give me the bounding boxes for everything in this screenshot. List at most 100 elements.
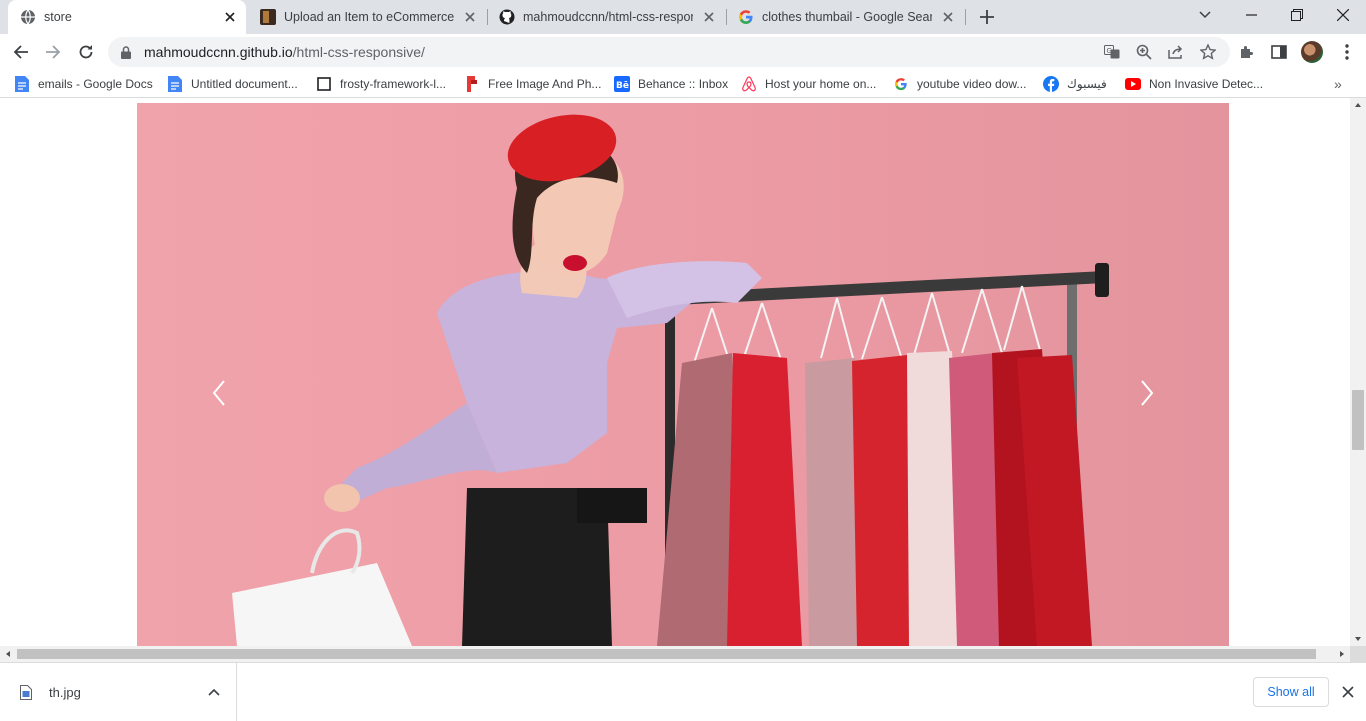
extensions-button[interactable] [1234,39,1260,65]
bookmark-emails[interactable]: emails - Google Docs [14,75,153,93]
reload-button[interactable] [73,39,99,65]
close-icon [1337,9,1349,21]
arrow-right-icon [46,45,61,59]
minimize-icon [1245,14,1257,16]
url-text: mahmoudccnn.github.io/html-css-responsiv… [144,44,425,60]
close-download-shelf-icon[interactable] [1339,683,1357,701]
close-tab-icon[interactable] [701,9,717,25]
address-bar[interactable]: mahmoudccnn.github.io/html-css-responsiv… [108,37,1230,67]
show-all-button[interactable]: Show all [1253,677,1329,707]
scrollbar-corner [1350,646,1366,662]
close-tab-icon[interactable] [940,9,956,25]
side-panel-icon [1271,45,1287,59]
scroll-left-arrow-icon [6,651,10,657]
bookmark-label: Free Image And Ph... [488,77,602,91]
lock-icon[interactable] [118,45,134,59]
vertical-scrollbar[interactable] [1350,98,1366,646]
download-shelf: th.jpg Show all [0,662,1366,721]
woman-clothes-rack-photo [137,103,1229,646]
share-icon[interactable] [1166,42,1186,62]
tab-title: mahmoudccnn/html-css-respons [523,10,693,24]
bookmark-label: Untitled document... [191,77,298,91]
tab-strip: store Upload an Item to eCommerce | mahm… [0,0,1366,34]
download-file-name: th.jpg [49,684,81,700]
bookmark-youtube-video-download[interactable]: youtube video dow... [893,75,1026,93]
profile-avatar[interactable] [1301,41,1323,63]
scroll-up-arrow-icon [1355,103,1361,107]
youtube-icon [1125,76,1141,92]
chevron-right-icon [1141,380,1154,406]
url-host: mahmoudccnn.github.io [144,44,293,60]
globe-icon [20,9,36,25]
scroll-down-arrow-icon [1355,637,1361,641]
close-tab-icon[interactable] [462,9,478,25]
google-docs-icon [14,76,30,92]
bookmarks-bar: emails - Google Docs Untitled document..… [0,70,1366,98]
behance-icon: Bē [614,76,630,92]
bookmark-host-your-home[interactable]: Host your home on... [741,75,876,93]
translate-icon[interactable]: G [1102,42,1122,62]
restore-button[interactable] [1274,0,1320,30]
vertical-scroll-thumb[interactable] [1352,390,1364,450]
horizontal-scroll-thumb[interactable] [17,649,1316,659]
bookmark-label: Non Invasive Detec... [1149,77,1264,91]
bookmark-label: frosty-framework-l... [340,77,447,91]
facebook-icon [1043,76,1059,92]
puzzle-icon [1241,46,1253,58]
bookmark-label: Host your home on... [765,77,877,91]
bookmarks-overflow-icon[interactable]: » [1334,76,1342,92]
arrow-left-icon [13,45,28,59]
google-icon [738,9,754,25]
tab-title: store [44,10,72,24]
reload-icon [79,45,93,59]
carousel-next-button[interactable] [1127,373,1167,413]
window-close-button[interactable] [1320,0,1366,30]
chevron-left-icon [212,380,225,406]
airbnb-icon [741,76,757,92]
close-tab-icon[interactable] [222,9,238,25]
zoom-icon[interactable] [1134,42,1154,62]
minimize-button[interactable] [1228,0,1274,30]
chevron-up-icon[interactable] [208,688,220,696]
kebab-menu-icon [1345,44,1349,60]
scroll-right-arrow-icon [1340,651,1344,657]
download-item[interactable]: th.jpg [0,663,237,721]
bookmark-frosty-framework[interactable]: frosty-framework-l... [316,75,446,93]
tab-envato[interactable]: Upload an Item to eCommerce | [248,0,486,34]
restore-icon [1291,9,1303,21]
bookmark-behance[interactable]: Bē Behance :: Inbox [614,75,728,93]
new-tab-button[interactable] [976,6,998,28]
google-docs-icon [167,76,183,92]
carousel-slide [137,103,1229,646]
tab-store[interactable]: store [8,0,246,34]
svg-text:Bē: Bē [616,81,629,91]
forward-button[interactable] [40,39,66,65]
bookmark-label: Behance :: Inbox [638,77,729,91]
url-path: /html-css-responsive/ [292,44,425,60]
tab-search-button[interactable] [1182,0,1228,30]
bookmark-label: فيسبوك [1067,77,1107,91]
tab-github[interactable]: mahmoudccnn/html-css-respons [487,0,725,34]
bookmark-free-image[interactable]: Free Image And Ph... [464,75,601,93]
tab-separator [965,9,966,25]
image-file-icon [20,684,34,700]
bookmark-non-invasive-detection[interactable]: Non Invasive Detec... [1125,75,1263,93]
star-icon[interactable] [1198,42,1218,62]
tab-google-search[interactable]: clothes thumbail - Google Search [726,0,964,34]
carousel-prev-button[interactable] [199,373,239,413]
back-button[interactable] [8,39,34,65]
bookmark-facebook[interactable]: فيسبوك [1043,75,1107,93]
tab-title: clothes thumbail - Google Search [762,10,932,24]
bookmark-untitled-document[interactable]: Untitled document... [167,75,298,93]
freepik-icon [464,76,480,92]
tab-title: Upload an Item to eCommerce | [284,10,454,24]
google-icon [893,76,909,92]
envato-icon [260,9,276,25]
bookmark-label: youtube video dow... [917,77,1027,91]
side-panel-button[interactable] [1266,39,1292,65]
plus-icon [980,10,994,24]
github-icon [499,9,515,25]
menu-button[interactable] [1334,39,1360,65]
bookmark-label: emails - Google Docs [38,77,153,91]
horizontal-scrollbar[interactable] [0,646,1350,662]
